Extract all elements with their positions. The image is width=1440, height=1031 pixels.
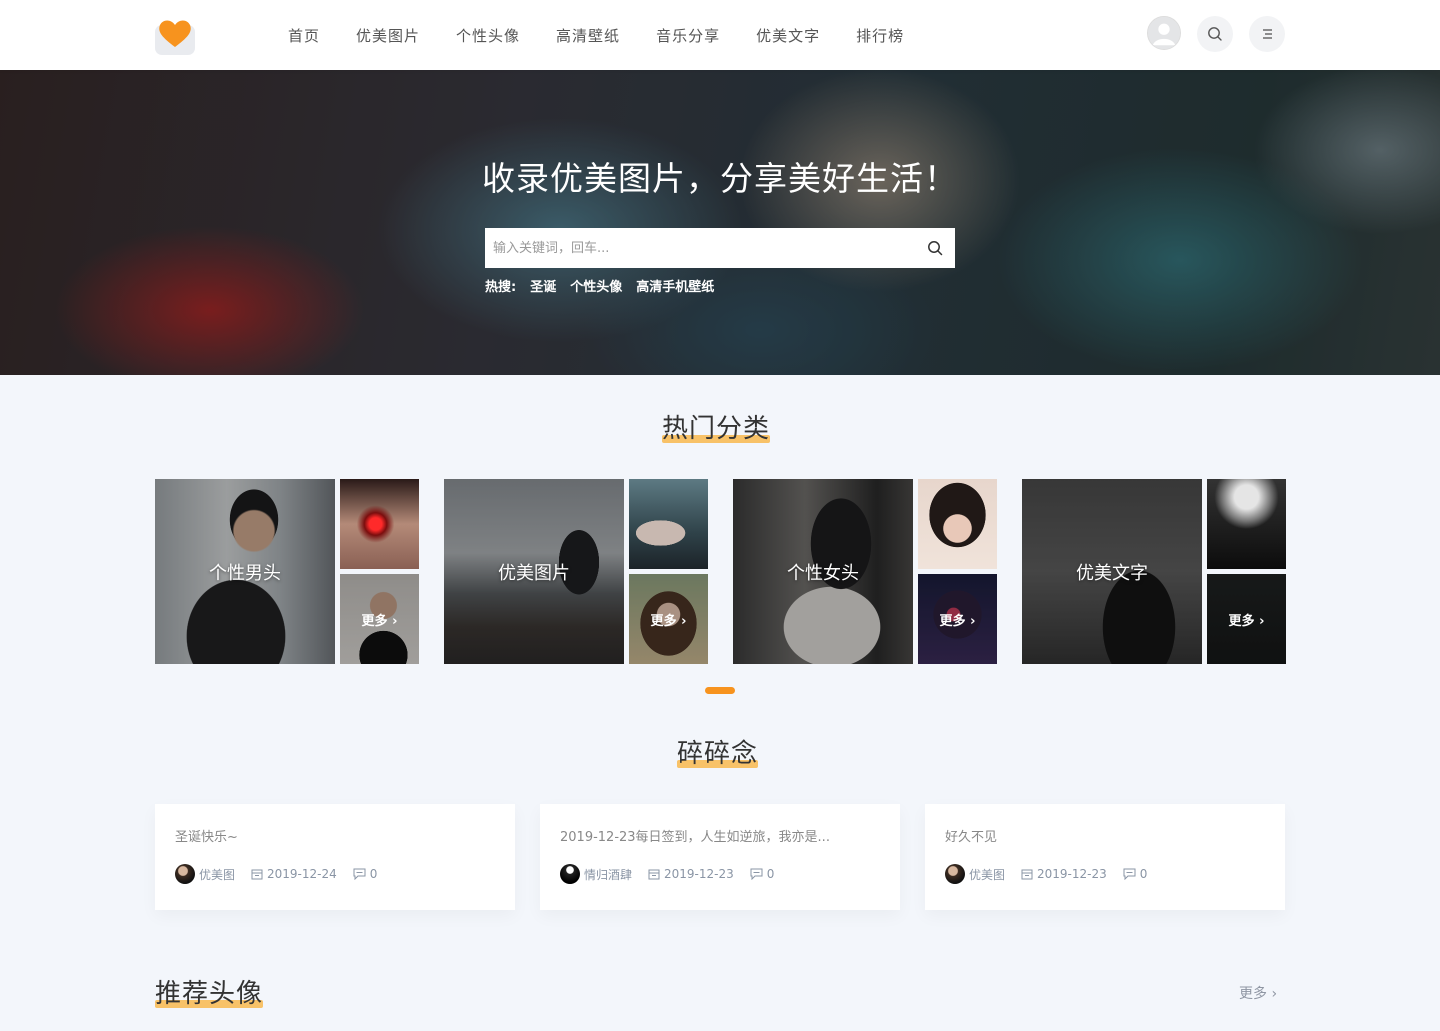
moment-card[interactable]: 好久不见 优美图 2019-12-23 0 bbox=[925, 804, 1285, 910]
hot-tag[interactable]: 个性头像 bbox=[570, 276, 622, 295]
category-thumb-image bbox=[1207, 479, 1286, 569]
comment-icon bbox=[1123, 868, 1136, 880]
calendar-icon bbox=[1021, 869, 1033, 880]
avatars-more-link[interactable]: 更多 › bbox=[1239, 983, 1277, 1003]
nav-item-ranking[interactable]: 排行榜 bbox=[856, 25, 904, 46]
section-title-hot: 热门分类 bbox=[662, 408, 771, 445]
nav-item-avatars[interactable]: 个性头像 bbox=[456, 25, 520, 46]
section-title-moments: 碎碎念 bbox=[677, 733, 759, 770]
menu-button[interactable] bbox=[1249, 16, 1285, 52]
more-link-label: 更多 bbox=[1239, 986, 1267, 1002]
moment-comments: 0 bbox=[369, 867, 378, 881]
category-cover-image: 优美文字 bbox=[1022, 479, 1202, 664]
category-thumb-image bbox=[340, 479, 419, 569]
top-navbar: 首页 优美图片 个性头像 高清壁纸 音乐分享 优美文字 排行榜 bbox=[0, 0, 1440, 70]
category-grid: 个性男头 更多 › 优美图片 更多 › 个性女头 更多 › 优美文字 更多 › bbox=[155, 479, 1286, 664]
category-more-thumb[interactable]: 更多 › bbox=[1207, 574, 1286, 664]
moment-author[interactable]: 优美图 bbox=[969, 866, 1005, 883]
moment-card[interactable]: 2019-12-23每日签到，人生如逆旅，我亦是... 情归酒肆 2019-12… bbox=[540, 804, 900, 910]
avatar[interactable] bbox=[175, 864, 195, 884]
category-thumb-image bbox=[918, 479, 997, 569]
moment-meta: 情归酒肆 2019-12-23 0 bbox=[560, 864, 880, 884]
search-icon bbox=[928, 241, 943, 256]
category-card-female-avatar[interactable]: 个性女头 更多 › bbox=[733, 479, 997, 664]
category-cover-image: 优美图片 bbox=[444, 479, 624, 664]
menu-icon bbox=[1263, 29, 1272, 39]
main-nav: 首页 优美图片 个性头像 高清壁纸 音乐分享 优美文字 排行榜 bbox=[288, 0, 940, 70]
hero-banner: 收录优美图片，分享美好生活！ 热搜: 圣诞 个性头像 高清手机壁纸 bbox=[0, 70, 1440, 375]
category-thumb-image bbox=[629, 479, 708, 569]
category-card-photos[interactable]: 优美图片 更多 › bbox=[444, 479, 708, 664]
category-more-link: 更多 › bbox=[361, 614, 398, 629]
category-more-link: 更多 › bbox=[650, 614, 687, 629]
nav-item-music[interactable]: 音乐分享 bbox=[656, 25, 720, 46]
moment-author[interactable]: 优美图 bbox=[199, 866, 235, 883]
nav-item-home[interactable]: 首页 bbox=[288, 25, 320, 46]
moment-meta: 优美图 2019-12-23 0 bbox=[945, 864, 1265, 884]
moment-title[interactable]: 2019-12-23每日签到，人生如逆旅，我亦是... bbox=[560, 826, 880, 845]
user-avatar-icon bbox=[1148, 17, 1180, 49]
search-button[interactable] bbox=[1197, 16, 1233, 52]
calendar-icon bbox=[648, 869, 660, 880]
moments-list: 圣诞快乐~ 优美图 2019-12-24 0 2019-12-23每日签到，人生… bbox=[155, 804, 1285, 910]
user-avatar-button[interactable] bbox=[1147, 16, 1181, 50]
moment-date: 2019-12-23 bbox=[664, 867, 734, 881]
avatar[interactable] bbox=[560, 864, 580, 884]
category-cover-image: 个性女头 bbox=[733, 479, 913, 664]
category-more-thumb[interactable]: 更多 › bbox=[918, 574, 997, 664]
hot-search-label: 热搜: bbox=[485, 280, 517, 295]
moment-meta: 优美图 2019-12-24 0 bbox=[175, 864, 495, 884]
comment-icon bbox=[353, 868, 366, 880]
carousel-indicator[interactable] bbox=[705, 687, 735, 694]
hero-search-box bbox=[485, 228, 955, 268]
category-more-link: 更多 › bbox=[939, 614, 976, 629]
moment-card[interactable]: 圣诞快乐~ 优美图 2019-12-24 0 bbox=[155, 804, 515, 910]
calendar-icon bbox=[251, 869, 263, 880]
category-label: 个性男头 bbox=[209, 563, 281, 584]
search-icon bbox=[1208, 27, 1222, 41]
category-card-texts[interactable]: 优美文字 更多 › bbox=[1022, 479, 1286, 664]
avatar[interactable] bbox=[945, 864, 965, 884]
category-card-male-avatar[interactable]: 个性男头 更多 › bbox=[155, 479, 419, 664]
category-more-thumb[interactable]: 更多 › bbox=[629, 574, 708, 664]
moment-author[interactable]: 情归酒肆 bbox=[584, 866, 632, 883]
category-label: 优美文字 bbox=[1076, 563, 1148, 584]
hot-tag[interactable]: 圣诞 bbox=[530, 276, 556, 295]
hot-search-row: 热搜: 圣诞 个性头像 高清手机壁纸 bbox=[485, 276, 714, 295]
category-label: 个性女头 bbox=[787, 563, 859, 584]
nav-item-wallpapers[interactable]: 高清壁纸 bbox=[556, 25, 620, 46]
category-more-link: 更多 › bbox=[1228, 614, 1265, 629]
moment-title[interactable]: 好久不见 bbox=[945, 826, 1265, 845]
comment-icon bbox=[750, 868, 763, 880]
hot-tag[interactable]: 高清手机壁纸 bbox=[636, 276, 714, 295]
section-title-hot-text: 热门分类 bbox=[662, 414, 771, 444]
header-actions bbox=[1147, 16, 1285, 52]
chevron-right-icon: › bbox=[1271, 986, 1278, 1002]
moment-comments: 0 bbox=[1139, 867, 1148, 881]
moment-date: 2019-12-23 bbox=[1037, 867, 1107, 881]
nav-item-photos[interactable]: 优美图片 bbox=[356, 25, 420, 46]
section-title-avatars: 推荐头像 bbox=[155, 973, 264, 1010]
hero-search-input[interactable] bbox=[485, 228, 915, 268]
hero-title: 收录优美图片，分享美好生活！ bbox=[482, 159, 958, 198]
nav-item-texts[interactable]: 优美文字 bbox=[756, 25, 820, 46]
category-more-thumb[interactable]: 更多 › bbox=[340, 574, 419, 664]
section-title-moments-text: 碎碎念 bbox=[677, 739, 759, 769]
hero-search-button[interactable] bbox=[915, 228, 955, 268]
category-cover-image: 个性男头 bbox=[155, 479, 335, 664]
logo-heart-icon[interactable] bbox=[155, 17, 195, 55]
category-label: 优美图片 bbox=[498, 563, 570, 584]
moment-comments: 0 bbox=[766, 867, 775, 881]
moment-date: 2019-12-24 bbox=[267, 867, 337, 881]
section-title-avatars-text: 推荐头像 bbox=[155, 979, 264, 1009]
moment-title[interactable]: 圣诞快乐~ bbox=[175, 826, 495, 845]
